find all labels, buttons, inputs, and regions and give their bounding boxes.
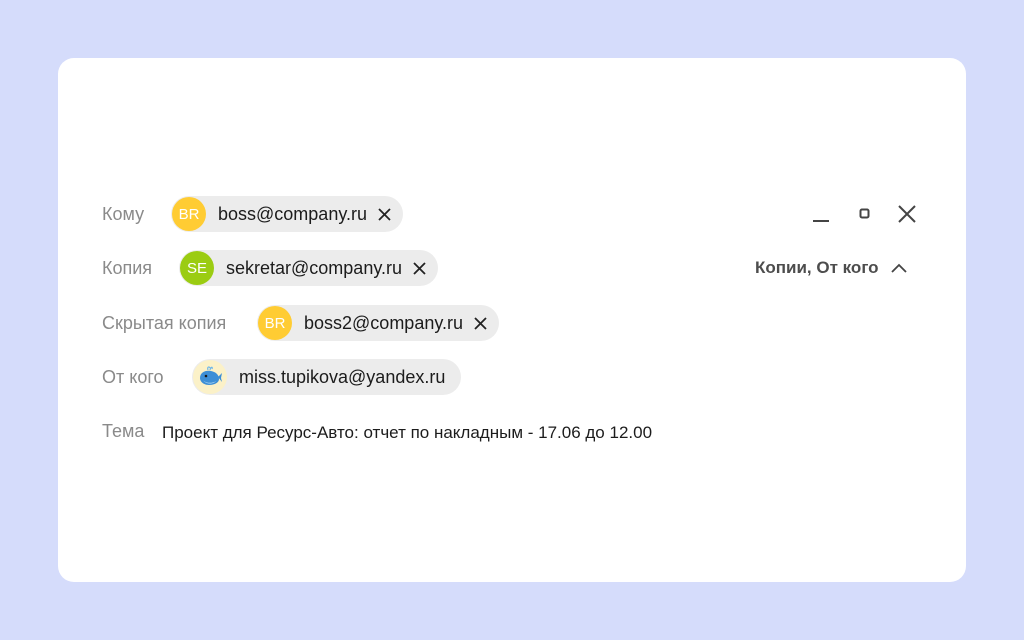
- from-label: От кого: [102, 366, 164, 387]
- minimize-icon[interactable]: [809, 202, 833, 226]
- cc-row: Копия: [102, 250, 152, 286]
- to-email: boss@company.ru: [218, 203, 368, 224]
- to-avatar: BR: [172, 197, 206, 231]
- cc-avatar: SE: [180, 251, 214, 285]
- cc-from-toggle[interactable]: Копии, От кого: [755, 258, 907, 278]
- remove-cc-icon[interactable]: [412, 261, 426, 275]
- subject-row: Тема: [102, 413, 144, 449]
- cc-recipient-chip[interactable]: SE sekretar@company.ru: [179, 250, 439, 286]
- whale-avatar-icon: [193, 360, 227, 394]
- bcc-email: boss2@company.ru: [304, 312, 464, 333]
- from-row: От кого: [102, 359, 164, 395]
- from-sender-chip[interactable]: miss.tupikova@yandex.ru: [192, 359, 462, 395]
- bcc-avatar: BR: [258, 306, 292, 340]
- bcc-row: Скрытая копия: [102, 305, 226, 341]
- remove-to-icon[interactable]: [377, 207, 391, 221]
- cc-email: sekretar@company.ru: [226, 257, 403, 278]
- restore-icon[interactable]: [853, 202, 877, 226]
- to-row: Кому: [102, 196, 144, 232]
- to-label: Кому: [102, 203, 145, 224]
- bcc-recipient-chip[interactable]: BR boss2@company.ru: [257, 305, 500, 341]
- bcc-label: Скрытая копия: [102, 312, 227, 333]
- close-icon[interactable]: [895, 202, 919, 226]
- compose-header-card: Кому BR boss@company.ru Копия SE sekreta…: [58, 58, 966, 582]
- from-email: miss.tupikova@yandex.ru: [239, 366, 446, 387]
- cc-from-toggle-label: Копии, От кого: [755, 258, 879, 277]
- chevron-up-icon: [890, 263, 907, 273]
- subject-input[interactable]: Проект для Ресурс-Авто: отчет по накладн…: [162, 423, 652, 443]
- remove-bcc-icon[interactable]: [473, 316, 487, 330]
- cc-label: Копия: [102, 257, 153, 278]
- to-recipient-chip[interactable]: BR boss@company.ru: [171, 196, 404, 232]
- subject-label: Тема: [102, 420, 145, 441]
